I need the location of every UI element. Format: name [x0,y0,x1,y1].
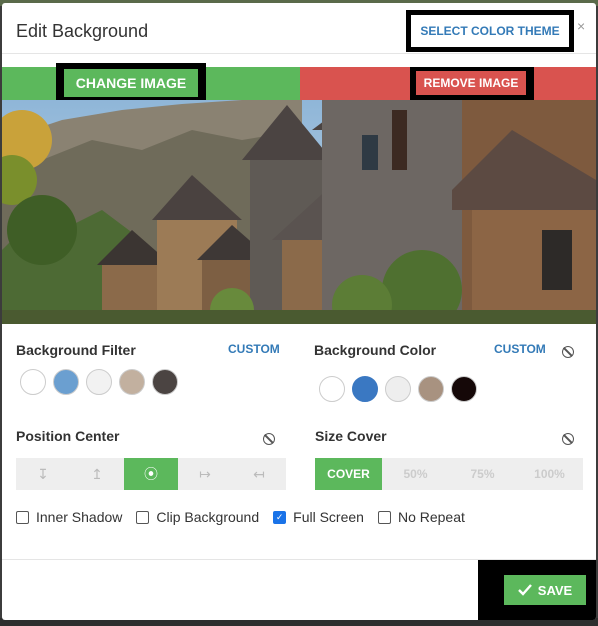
color-swatch[interactable] [385,376,411,402]
no-repeat-label: No Repeat [397,509,465,525]
save-label: SAVE [537,582,573,598]
size-selector: COVER 50% 75% 100% [315,458,583,490]
filter-swatch[interactable] [152,369,178,395]
background-filter-label: Background Filter [16,342,136,358]
position-selector: ↧ ↥ ⦿ ↦ ↤ [16,458,286,490]
save-highlight: SAVE [478,560,596,620]
size-label: Size Cover [315,428,387,444]
house-photo [2,100,596,324]
dialog-title: Edit Background [16,21,149,41]
size-option-50[interactable]: 50% [382,458,449,490]
inner-shadow-checkbox[interactable] [16,510,29,524]
dialog-footer: SAVE [2,559,596,620]
color-swatch[interactable] [418,376,444,402]
clear-size-icon[interactable] [562,433,574,445]
position-option-top[interactable]: ↥ [70,458,124,490]
color-custom-link[interactable]: CUSTOM [494,342,546,356]
color-swatch[interactable] [352,376,378,402]
full-screen-option[interactable]: ✓ Full Screen [273,509,364,525]
remove-image-button[interactable]: REMOVE IMAGE [416,71,526,95]
dialog-header: Edit Background SELECT COLOR THEME × [2,3,596,54]
position-option-bottom[interactable]: ↧ [16,458,70,490]
close-icon[interactable]: × [577,18,585,34]
options-checkboxes: Inner Shadow Clip Background ✓ Full Scre… [16,509,479,525]
select-color-theme-button[interactable]: SELECT COLOR THEME [411,15,569,47]
filter-swatch[interactable] [53,369,79,395]
background-color-label: Background Color [314,342,437,358]
image-action-bar: CHANGE IMAGE REMOVE IMAGE [2,63,596,109]
change-image-button[interactable]: CHANGE IMAGE [64,69,198,97]
clip-background-label: Clip Background [156,509,260,525]
filter-swatch[interactable] [20,369,46,395]
inner-shadow-label: Inner Shadow [36,509,123,525]
background-image-preview [2,100,596,324]
edit-background-dialog: Edit Background SELECT COLOR THEME × CHA… [2,3,596,620]
filter-swatch[interactable] [86,369,112,395]
filter-custom-link[interactable]: CUSTOM [228,342,280,356]
position-option-left[interactable]: ↤ [232,458,286,490]
position-option-right[interactable]: ↦ [178,458,232,490]
clear-position-icon[interactable] [263,433,275,445]
clip-background-option[interactable]: Clip Background [136,509,259,525]
color-swatch[interactable] [319,376,345,402]
no-repeat-option[interactable]: No Repeat [377,509,465,525]
full-screen-label: Full Screen [293,509,364,525]
save-button[interactable]: SAVE [504,575,586,605]
inner-shadow-option[interactable]: Inner Shadow [16,509,122,525]
size-option-75[interactable]: 75% [449,458,516,490]
clear-color-icon[interactable] [562,346,574,358]
checkmark-icon [517,584,532,596]
color-swatch[interactable] [451,376,477,402]
no-repeat-checkbox[interactable] [377,510,391,524]
size-option-100[interactable]: 100% [516,458,583,490]
clip-background-checkbox[interactable] [136,510,150,524]
filter-swatch[interactable] [119,369,145,395]
position-label: Position Center [16,428,120,444]
position-option-center[interactable]: ⦿ [124,458,178,490]
select-color-theme-highlight: SELECT COLOR THEME [406,10,574,52]
full-screen-checkbox[interactable]: ✓ [273,510,287,524]
size-option-cover[interactable]: COVER [315,458,382,490]
